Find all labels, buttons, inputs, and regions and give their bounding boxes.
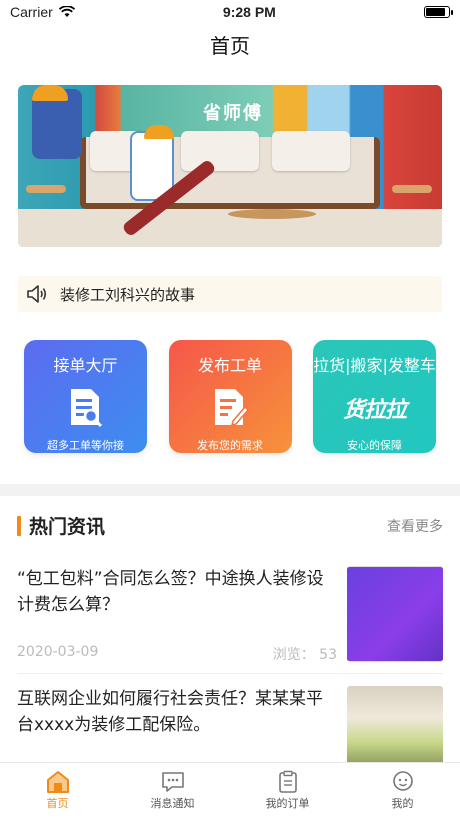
status-left: Carrier	[10, 4, 75, 20]
huolala-card[interactable]: 拉货|搬家|发整车 货拉拉 安心的保障	[313, 340, 436, 453]
notice-bar[interactable]: 装修工刘科兴的故事	[18, 276, 442, 312]
action-cards: 接单大厅 超多工单等你接 发布工单 发布您的需求 拉货|搬家|发整车 货拉拉 安…	[24, 340, 436, 453]
notice-text: 装修工刘科兴的故事	[60, 285, 196, 304]
card-title: 接单大厅	[53, 356, 118, 375]
carrier-label: Carrier	[10, 4, 53, 20]
wifi-icon	[58, 6, 75, 17]
clipboard-icon	[275, 769, 301, 795]
banner-coffee-table	[228, 209, 316, 219]
tab-home[interactable]: 首页	[0, 763, 115, 818]
tab-orders[interactable]: 我的订单	[230, 763, 345, 818]
speaker-icon	[27, 285, 47, 303]
section-divider	[0, 484, 460, 496]
status-bar: Carrier 9:28 PM	[0, 0, 460, 24]
tab-label: 消息通知	[150, 797, 195, 810]
tab-messages[interactable]: 消息通知	[115, 763, 230, 818]
news-meta: 2020-03-09 浏览： 53	[17, 644, 337, 664]
tab-profile[interactable]: 我的	[345, 763, 460, 818]
banner-helmet	[32, 85, 68, 101]
card-title: 拉货|搬家|发整车	[313, 356, 436, 375]
section-title: 热门资讯	[17, 512, 105, 539]
view-more-link[interactable]: 查看更多	[387, 516, 443, 536]
battery-icon	[423, 6, 453, 18]
news-date: 2020-03-09	[17, 644, 99, 660]
tab-label: 我的订单	[265, 797, 310, 810]
banner-side-table	[392, 185, 432, 193]
banner-brand: 省师傅	[203, 103, 263, 124]
home-icon	[45, 769, 71, 795]
news-title: 互联网企业如何履行社会责任？某某某平台xxxx为装修工配保险。	[17, 689, 323, 735]
hot-news-header: 热门资讯 查看更多	[17, 512, 443, 539]
profile-icon	[390, 769, 416, 795]
banner-cushion	[181, 131, 259, 171]
huolala-logo: 货拉拉	[342, 386, 407, 429]
publish-order-card[interactable]: 发布工单 发布您的需求	[168, 340, 292, 453]
card-subtitle: 安心的保障	[347, 439, 402, 452]
edit-document-icon	[211, 386, 249, 429]
section-title-text: 热门资讯	[29, 516, 106, 538]
tab-bar: 首页 消息通知 我的订单 我的	[0, 762, 460, 818]
tab-label: 首页	[46, 797, 69, 810]
card-title: 发布工单	[197, 356, 262, 375]
news-thumbnail	[347, 566, 443, 662]
order-hall-card[interactable]: 接单大厅 超多工单等你接	[24, 340, 147, 453]
news-views: 浏览： 53	[272, 647, 337, 663]
page-title: 首页	[210, 34, 250, 58]
search-document-icon	[67, 386, 105, 429]
section-accent-bar	[17, 515, 21, 536]
news-item[interactable]: “包工包料”合同怎么签？中途换人装修设计费怎么算？ 2020-03-09 浏览：…	[17, 566, 443, 674]
card-subtitle: 超多工单等你接	[47, 439, 124, 452]
banner-cushion	[272, 131, 350, 171]
news-title: “包工包料”合同怎么签？中途换人装修设计费怎么算？	[17, 569, 324, 615]
tab-label: 我的	[391, 797, 414, 810]
news-thumbnail	[347, 686, 443, 766]
card-subtitle: 发布您的需求	[197, 439, 263, 452]
banner-helmet	[144, 125, 174, 139]
status-time: 9:28 PM	[222, 4, 276, 20]
news-item[interactable]: 互联网企业如何履行社会责任？某某某平台xxxx为装修工配保险。	[17, 686, 443, 766]
message-icon	[160, 769, 186, 795]
huolala-logo-text: 货拉拉	[342, 397, 407, 423]
banner-side-table	[26, 185, 66, 193]
banner-carousel[interactable]: 省师傅	[18, 85, 442, 247]
